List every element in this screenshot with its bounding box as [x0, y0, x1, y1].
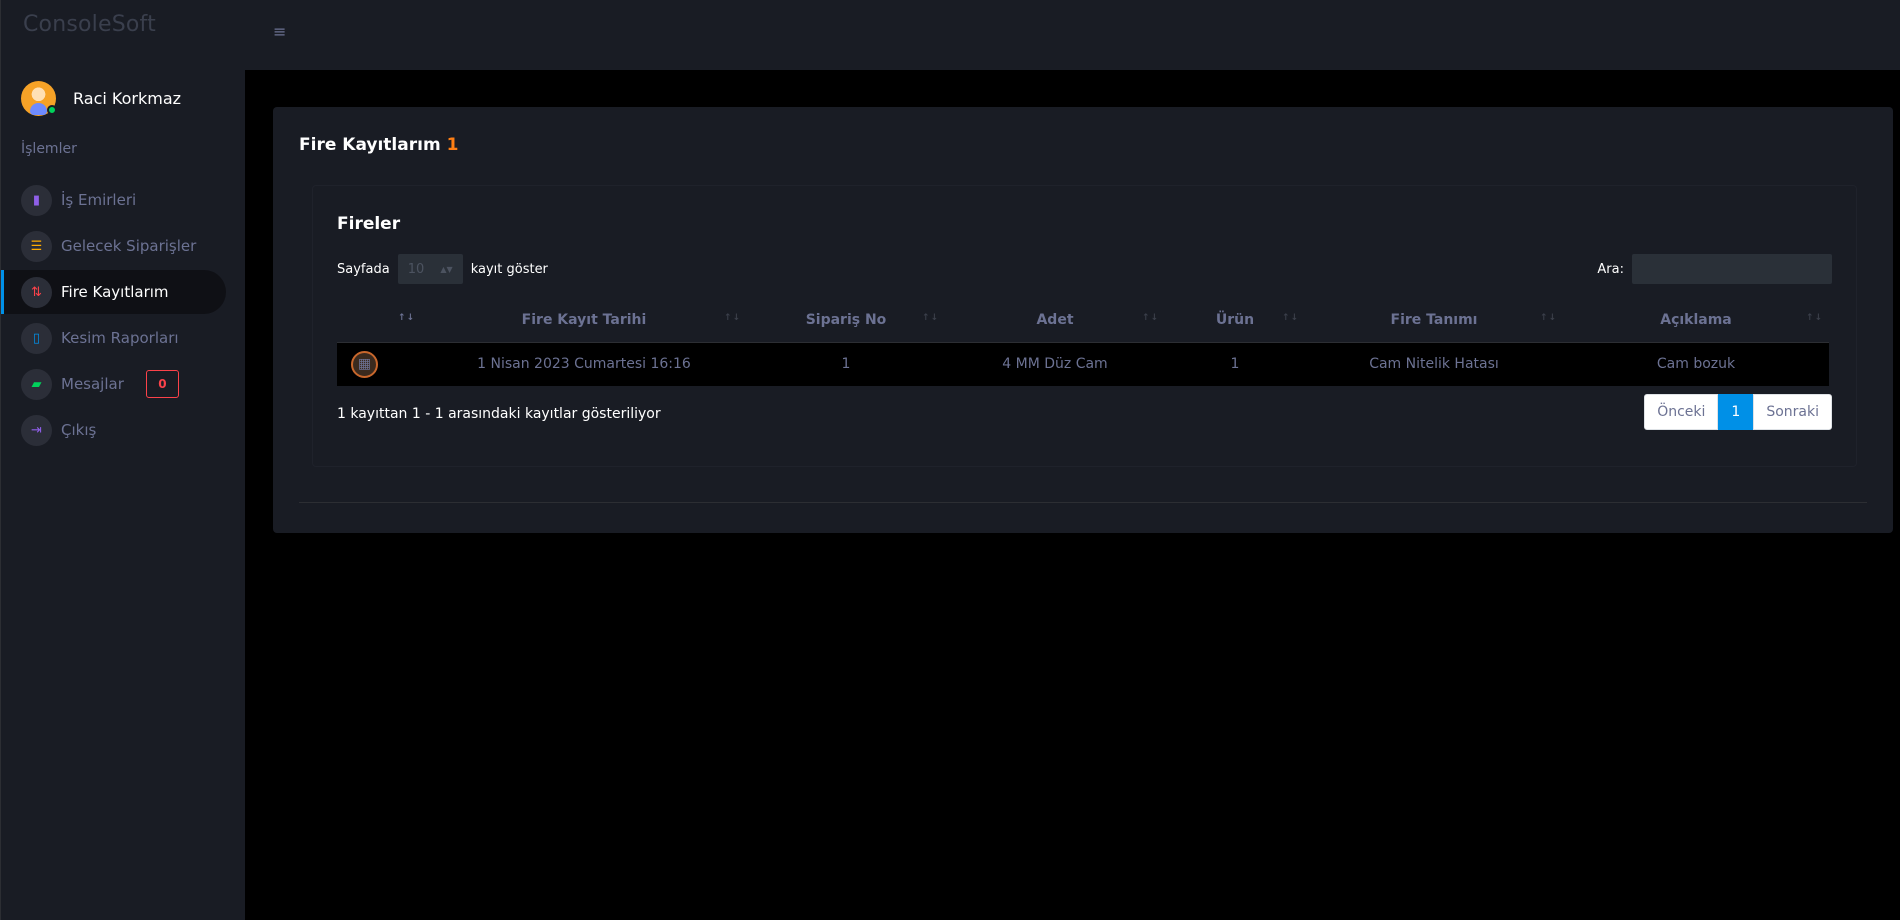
- sort-icon: ⇅: [21, 276, 52, 308]
- message-count-badge: 0: [145, 370, 179, 398]
- sort-icon: ↑↓: [1539, 313, 1557, 323]
- sort-icon: ↑↓: [1281, 313, 1299, 323]
- fire-records-table: ↑↓ Fire Kayıt Tarihi ↑↓ Sipariş No ↑↓ Ad…: [337, 298, 1829, 386]
- sort-asc-icon: ↑↓: [397, 313, 415, 323]
- row-thumbnail-cell: ▦: [337, 342, 421, 386]
- pagination-next-button[interactable]: Sonraki: [1753, 394, 1832, 430]
- ruler-icon: ▯: [21, 322, 52, 354]
- logout-icon: ⇥: [21, 414, 52, 446]
- page-title-count: 1: [446, 135, 459, 155]
- user-profile[interactable]: Raci Korkmaz: [21, 80, 241, 116]
- column-header-fire-definition[interactable]: Fire Tanımı ↑↓: [1305, 298, 1563, 343]
- table-search: Ara:: [1597, 254, 1832, 284]
- page-title: Fire Kayıtlarım 1: [299, 135, 458, 155]
- page-length-control: Sayfada 10 ▲▼ kayıt göster: [337, 254, 548, 284]
- page-length-select[interactable]: 10 ▲▼: [397, 254, 463, 284]
- user-name: Raci Korkmaz: [73, 88, 182, 108]
- cell-quantity: 4 MM Düz Cam: [945, 342, 1165, 386]
- records-panel: Fireler Sayfada 10 ▲▼ kayıt göster Ara: …: [312, 185, 1857, 467]
- column-header-description[interactable]: Açıklama ↑↓: [1563, 298, 1829, 343]
- sidebar-item-mesajlar[interactable]: ▰ Mesajlar 0: [1, 362, 226, 406]
- column-header-quantity[interactable]: Adet ↑↓: [945, 298, 1165, 343]
- panel-title: Fireler: [337, 214, 401, 234]
- search-label: Ara:: [1597, 261, 1624, 277]
- cell-product: 1: [1165, 342, 1305, 386]
- sidebar-item-label: Gelecek Siparişler: [61, 237, 197, 255]
- sidebar-section-label: İşlemler: [21, 141, 77, 157]
- online-status-dot: [47, 104, 57, 115]
- length-prefix: Sayfada: [337, 261, 390, 277]
- table-header-row: ↑↓ Fire Kayıt Tarihi ↑↓ Sipariş No ↑↓ Ad…: [337, 298, 1829, 343]
- sort-icon: ↑↓: [1141, 313, 1159, 323]
- sidebar-item-label: Mesajlar: [61, 375, 124, 393]
- sidebar-item-kesim-raporlari[interactable]: ▯ Kesim Raporları: [1, 316, 226, 360]
- cell-order-no: 1: [747, 342, 945, 386]
- sort-icon: ↑↓: [921, 313, 939, 323]
- table-row: ▦ 1 Nisan 2023 Cumartesi 16:16 1 4 MM Dü…: [337, 342, 1829, 386]
- book-icon: ▮: [21, 184, 52, 216]
- pagination: Önceki 1 Sonraki: [1644, 394, 1832, 430]
- column-header-thumb[interactable]: ↑↓: [337, 298, 421, 343]
- sidebar-item-gelecek-siparisler[interactable]: ☰ Gelecek Siparişler: [1, 224, 226, 268]
- sidebar-item-fire-kayitlarim[interactable]: ⇅ Fire Kayıtlarım: [1, 270, 226, 314]
- cell-date: 1 Nisan 2023 Cumartesi 16:16: [421, 342, 747, 386]
- search-input[interactable]: [1632, 254, 1832, 284]
- table-info: 1 kayıttan 1 - 1 arasındaki kayıtlar gös…: [337, 406, 661, 422]
- card-divider: [299, 502, 1867, 503]
- column-header-order-no[interactable]: Sipariş No ↑↓: [747, 298, 945, 343]
- pagination-page-1[interactable]: 1: [1718, 394, 1754, 430]
- page-length-value: 10: [407, 261, 425, 277]
- glass-item-thumbnail-icon: ▦: [351, 350, 378, 378]
- column-header-product[interactable]: Ürün ↑↓: [1165, 298, 1305, 343]
- menu-icon[interactable]: ≡: [273, 22, 286, 41]
- sidebar-item-label: Fire Kayıtlarım: [61, 283, 169, 301]
- sidebar-item-is-emirleri[interactable]: ▮ İş Emirleri: [1, 178, 226, 222]
- sidebar-item-label: Çıkış: [61, 421, 97, 439]
- column-header-date[interactable]: Fire Kayıt Tarihi ↑↓: [421, 298, 747, 343]
- sidebar-item-label: İş Emirleri: [61, 191, 137, 209]
- sidebar-item-cikis[interactable]: ⇥ Çıkış: [1, 408, 226, 452]
- sidebar-nav: ▮ İş Emirleri ☰ Gelecek Siparişler ⇅ Fir…: [1, 178, 246, 454]
- select-arrows-icon: ▲▼: [440, 264, 453, 274]
- top-navbar: ≡: [245, 0, 1900, 70]
- main-card: Fire Kayıtlarım 1 Fireler Sayfada 10 ▲▼ …: [273, 107, 1893, 533]
- pagination-prev-button[interactable]: Önceki: [1644, 394, 1719, 430]
- sort-icon: ↑↓: [723, 313, 741, 323]
- sidebar-item-label: Kesim Raporları: [61, 329, 179, 347]
- chat-icon: ▰: [21, 368, 52, 400]
- brand-logo[interactable]: ConsoleSoft: [23, 12, 156, 37]
- user-avatar: [21, 80, 57, 116]
- cell-fire-definition: Cam Nitelik Hatası: [1305, 342, 1563, 386]
- list-icon: ☰: [21, 230, 52, 262]
- sidebar: ConsoleSoft Raci Korkmaz İşlemler ▮ İş E…: [0, 0, 245, 920]
- page-title-text: Fire Kayıtlarım: [299, 135, 441, 155]
- sort-icon: ↑↓: [1805, 313, 1823, 323]
- cell-description: Cam bozuk: [1563, 342, 1829, 386]
- length-suffix: kayıt göster: [470, 261, 548, 277]
